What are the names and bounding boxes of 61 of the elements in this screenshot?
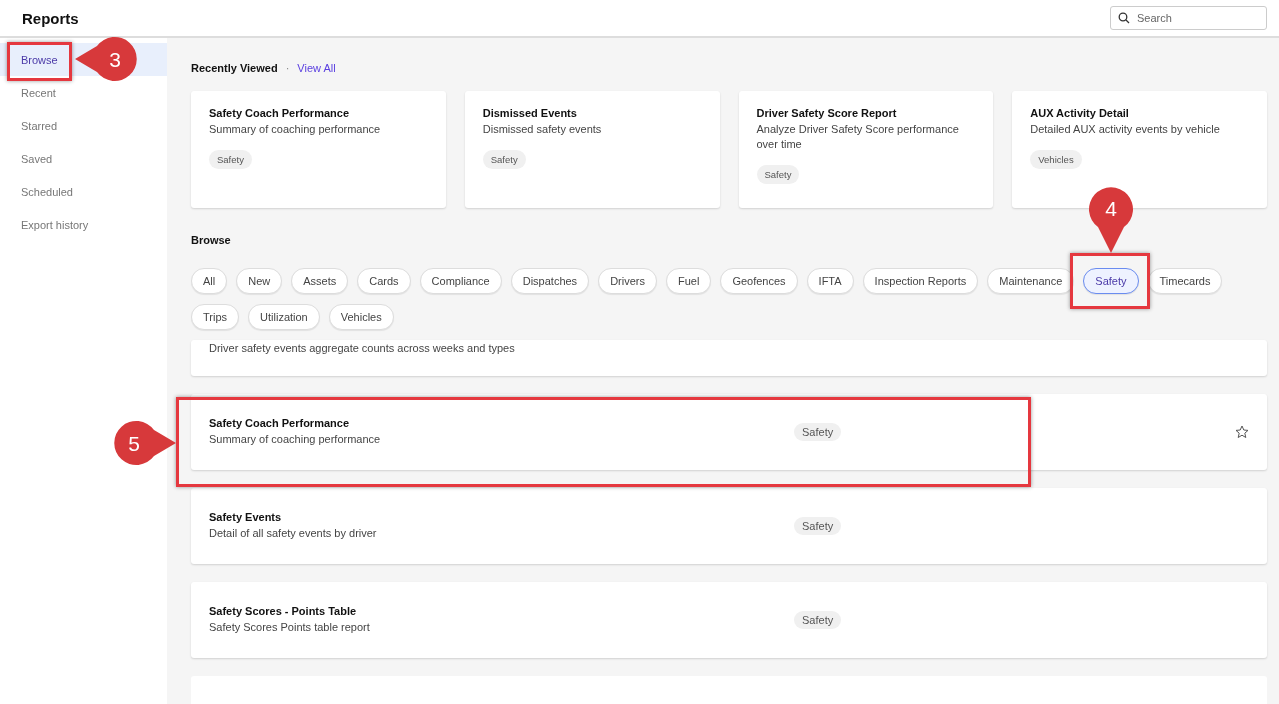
filter-chip[interactable]: IFTA	[806, 268, 854, 294]
card-title: AUX Activity Detail	[1030, 107, 1130, 119]
report-row[interactable]: Driver safety events aggregate counts across weeks and types	[191, 340, 1267, 376]
sidebar-item[interactable]: Saved	[17, 150, 57, 167]
report-card[interactable]: Driver Safety Score Report Analyze Driver Safety Score performance over time Safety	[738, 91, 994, 208]
category-tag: Safety	[209, 150, 252, 169]
category-tag: Safety	[794, 517, 842, 535]
report-row[interactable]: Safety Events Detail of all safety events by driver Safety	[191, 488, 1267, 564]
filter-chip[interactable]: Compliance	[419, 268, 502, 294]
category-tag: Safety	[794, 611, 842, 629]
filter-chip[interactable]: Cards	[357, 268, 411, 294]
category-tag: Safety	[756, 165, 800, 184]
report-title: Safety Scores - Points Table	[209, 605, 358, 617]
card-title: Driver Safety Score Report	[756, 107, 898, 119]
filter-chip[interactable]: Inspection Reports	[862, 268, 979, 294]
filter-chip[interactable]: Timecards	[1147, 268, 1223, 294]
card-description: Dismissed safety events	[482, 122, 603, 137]
highlight-frame	[7, 42, 72, 81]
separator-dot: ·	[285, 62, 290, 74]
report-row[interactable]: Safety Scores - Points Table Safety Scores Points table report Safety	[191, 582, 1267, 658]
report-description: Summary of coaching performance	[209, 432, 382, 447]
filter-chip[interactable]: Dispatches	[510, 268, 590, 294]
page-title: Reports	[22, 9, 79, 27]
view-all-link[interactable]: View All	[297, 62, 336, 74]
card-description: Summary of coaching performance	[209, 122, 382, 137]
card-title: Safety Coach Performance	[209, 107, 350, 119]
report-row[interactable]: Safety Coach Performance Summary of coaching performance Safety	[191, 394, 1267, 470]
sidebar-item[interactable]: Browse	[17, 51, 62, 68]
report-title: Safety Coach Performance	[209, 417, 350, 429]
star-icon[interactable]	[1235, 425, 1249, 439]
card-description: Detailed AUX activity events by vehicle	[1030, 122, 1221, 137]
search-field[interactable]: Search	[1110, 6, 1267, 30]
report-description: Driver safety events aggregate counts across weeks and types	[209, 342, 515, 354]
filter-chip[interactable]: Assets	[291, 268, 349, 294]
filter-chip[interactable]: All	[191, 268, 228, 294]
sidebar-item[interactable]: Recent	[17, 84, 60, 101]
category-tag: Safety	[794, 423, 842, 441]
sidebar-item[interactable]: Starred	[17, 117, 62, 134]
sidebar-item[interactable]: Export history	[17, 216, 93, 233]
section-title: Browse	[191, 234, 232, 246]
section-title: Recently Viewed	[191, 62, 278, 74]
filter-chip[interactable]: New	[236, 268, 283, 294]
card-title: Dismissed Events	[482, 107, 578, 119]
report-description: Detail of all safety events by driver	[209, 526, 378, 541]
filter-chip[interactable]: Fuel	[665, 268, 712, 294]
filter-chip[interactable]: Drivers	[598, 268, 657, 294]
report-title: Safety Events	[209, 511, 283, 523]
callout-marker: 4	[1087, 185, 1134, 253]
report-card[interactable]: Dismissed Events Dismissed safety events Safety	[464, 91, 720, 208]
report-description: Safety Scores Points table report	[209, 620, 371, 635]
filter-chip[interactable]: Safety	[1083, 268, 1139, 294]
card-description: Analyze Driver Safety Score performance over time	[756, 122, 960, 152]
report-card[interactable]: Safety Coach Performance Summary of coaching performance Safety	[191, 91, 446, 208]
category-tag: Safety	[482, 150, 526, 169]
filter-chip[interactable]: Utilization	[248, 304, 320, 330]
search-icon	[1118, 12, 1130, 24]
sidebar-item[interactable]: Scheduled	[17, 183, 77, 200]
category-tag: Vehicles	[1030, 150, 1082, 169]
filter-chip[interactable]: Geofences	[720, 268, 798, 294]
filter-chip[interactable]: Vehicles	[328, 304, 394, 330]
filter-chip[interactable]: Trips	[191, 304, 240, 330]
